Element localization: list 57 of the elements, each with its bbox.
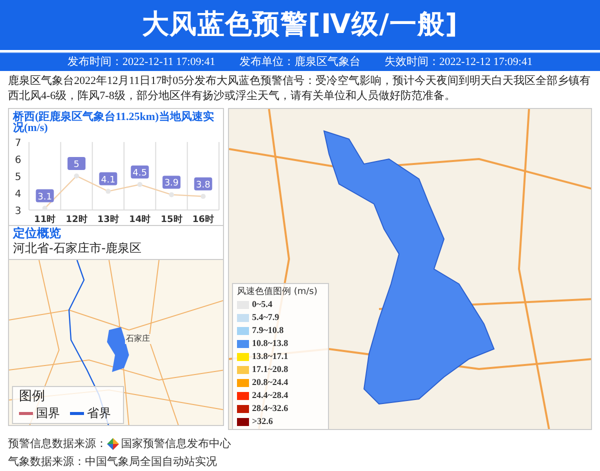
location-path: 河北省-石家庄市-鹿泉区 — [13, 241, 143, 256]
data-point — [42, 206, 48, 211]
value-label: 3.8 — [194, 177, 212, 190]
warning-title: 大风蓝色预警[Ⅳ级/一般] — [142, 8, 458, 42]
chart-title: 桥西(距鹿泉区气象台11.25km)当地风速实况(m/s) — [12, 110, 215, 134]
data-point — [106, 188, 111, 194]
data-label: 3.9 — [164, 178, 179, 189]
legend-title: 图例 — [19, 389, 46, 405]
data-point — [137, 182, 142, 187]
location-heading: 定位概览 — [13, 226, 62, 241]
axis-tick-label: 6 — [14, 155, 22, 166]
legend-label: 24.4~28.4 — [252, 388, 288, 402]
legend-label: 20.8~24.4 — [252, 376, 288, 389]
legend-title: 风速色值图例 (m/s) — [237, 286, 318, 298]
diamond-logo-icon — [107, 438, 119, 450]
legend-label: 28.4~32.6 — [252, 402, 288, 415]
info-text: 发布时间：2022-12-11 17:09:41 — [68, 54, 216, 70]
source-value: 国家预警信息发布中心 — [121, 436, 231, 452]
axis-tick-label: 3 — [14, 206, 22, 217]
source-label: 气象数据来源： — [8, 454, 85, 470]
legend-label: 0~5.4 — [252, 298, 272, 311]
data-label: 4.1 — [101, 175, 116, 186]
info-text: 发布单位：鹿泉区气象台 — [239, 54, 360, 70]
legend-label: 13.8~17.1 — [252, 350, 288, 363]
legend-label: 5.4~7.9 — [252, 310, 280, 324]
legend-label: 7.9~10.8 — [252, 324, 284, 337]
data-label: 3.1 — [38, 192, 52, 202]
data-point — [169, 192, 174, 198]
axis-category-label: 12时 — [66, 215, 88, 225]
value-label: 3.9 — [162, 176, 180, 189]
data-point — [200, 194, 206, 199]
axis-category-label: 13时 — [97, 215, 119, 225]
value-label: 4.5 — [130, 166, 149, 178]
data-label: 4.5 — [132, 168, 147, 178]
axis-tick-label: 7 — [14, 138, 22, 149]
axis-category-label: 15时 — [160, 215, 182, 225]
value-label: 4.1 — [99, 172, 118, 186]
source-label: 预警信息数据来源： — [8, 436, 107, 452]
data-label: 3.8 — [196, 180, 211, 190]
axis-tick-label: 5 — [14, 172, 22, 183]
city-label: 石家庄 — [125, 334, 151, 344]
info-text: 失效时间：2022-12-12 17:09:41 — [384, 54, 532, 70]
legend-label: >32.6 — [252, 414, 273, 428]
legend-label: 17.1~20.8 — [252, 362, 288, 376]
legend-label: 省界 — [87, 405, 111, 421]
axis-category-label: 14时 — [129, 215, 151, 225]
axis-category-label: 11时 — [34, 215, 56, 225]
data-point — [74, 174, 79, 178]
axis-tick-label: 4 — [14, 189, 22, 200]
legend-label: 10.8~13.8 — [252, 336, 288, 350]
description: 鹿泉区气象台2022年12月11日17时05分发布大风蓝色预警信号：受冷空气影响，预计今天夜间到明天白天我区全部乡镇有西北风4-6级，阵风7-8级，部分地区伴有扬沙或浮尘天气，请有关单位和人员做好防范准备。 — [7, 74, 592, 104]
value-label: 5 — [68, 157, 86, 170]
legend-label: 国界 — [36, 405, 60, 421]
source-value: 中国气象局全国自动站实况 — [85, 454, 217, 470]
axis-category-label: 16时 — [192, 215, 214, 225]
value-label: 3.1 — [36, 189, 54, 202]
data-label: 5 — [74, 160, 80, 170]
